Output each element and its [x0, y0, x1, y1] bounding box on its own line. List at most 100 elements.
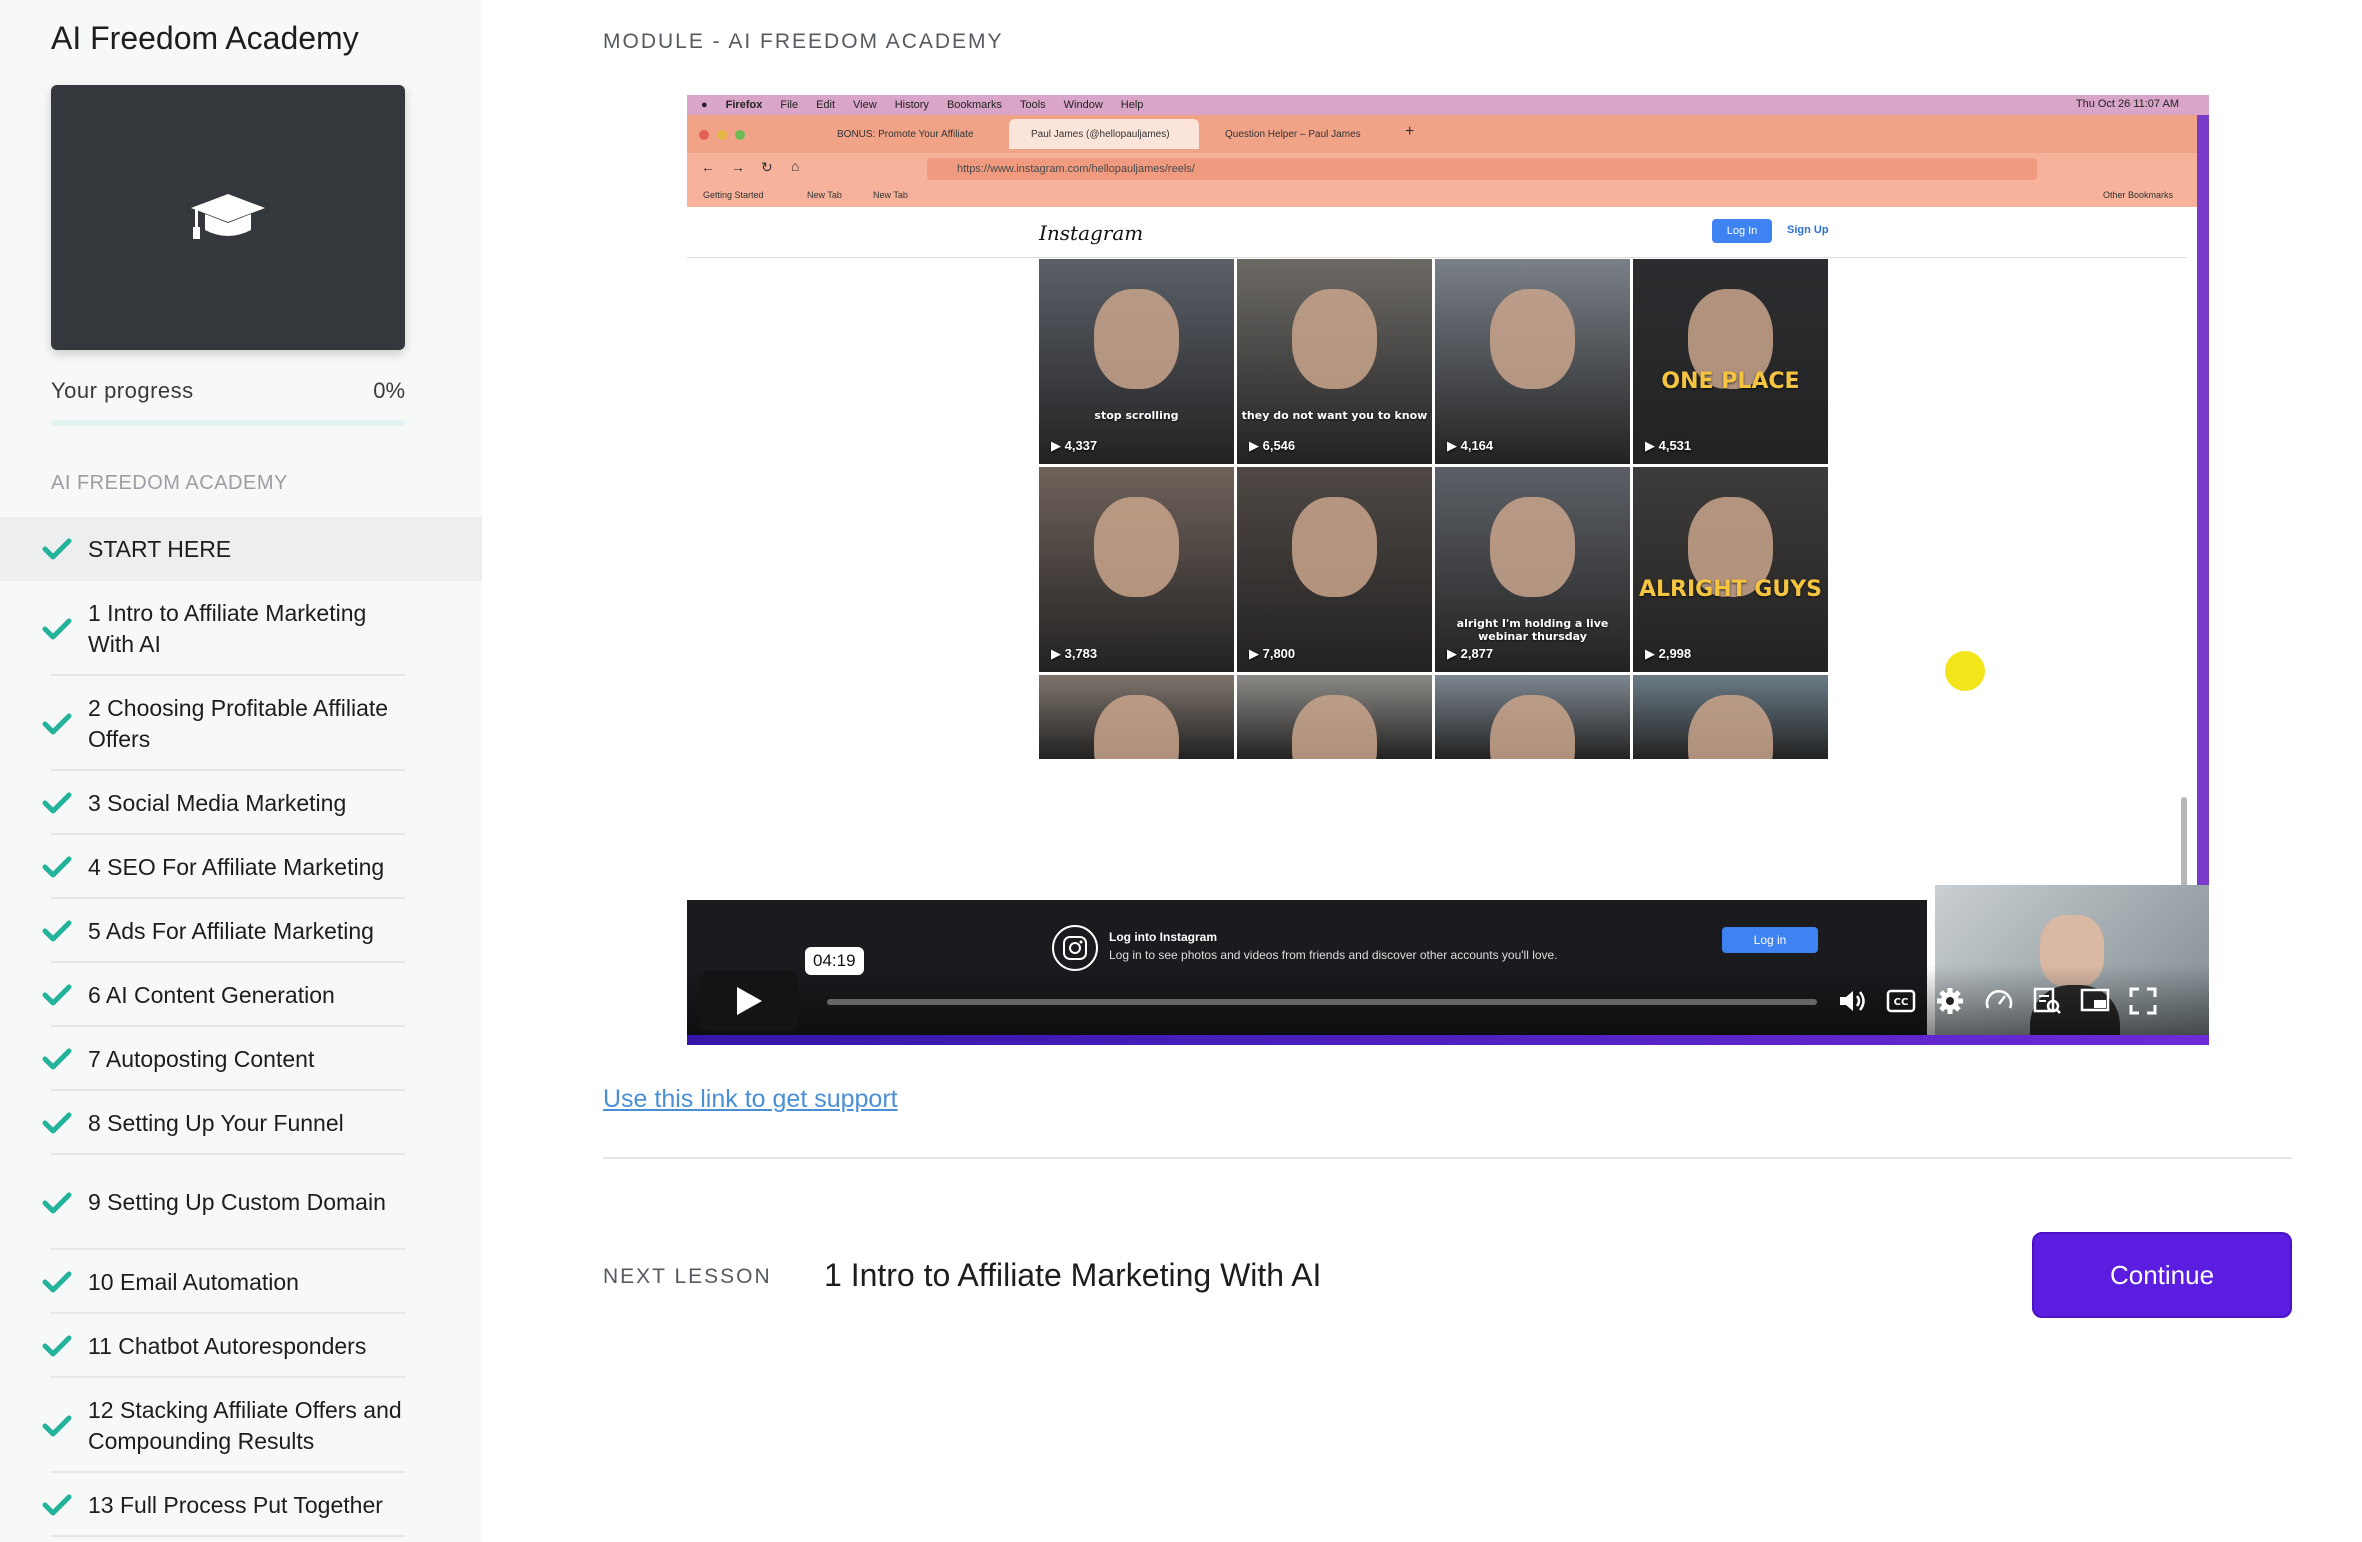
reel-thumbnail[interactable] — [1039, 675, 1234, 759]
bookmark-item[interactable]: New Tab — [807, 190, 842, 200]
url-text: https://www.instagram.com/hellopauljames… — [957, 163, 1195, 175]
reel-view-count: ▶ 2,877 — [1447, 646, 1494, 661]
picture-in-picture-button[interactable] — [2077, 983, 2113, 1019]
continue-button[interactable]: Continue — [2032, 1232, 2292, 1318]
banner-login-button[interactable]: Log in — [1722, 927, 1818, 953]
lesson-item[interactable]: 1 Intro to Affiliate Marketing With AI — [0, 581, 482, 676]
content-divider — [603, 1157, 2292, 1159]
menubar-item[interactable]: Firefox — [726, 99, 763, 111]
menubar-item[interactable]: File — [780, 99, 798, 111]
course-title[interactable]: AI Freedom Academy — [51, 20, 359, 57]
reel-view-count: ▶ 7,800 — [1249, 646, 1296, 661]
bookmark-item[interactable]: New Tab — [873, 190, 908, 200]
maximize-window-icon[interactable] — [735, 130, 745, 140]
minimize-window-icon[interactable] — [717, 130, 727, 140]
reel-thumbnail[interactable]: ONE PLACE ▶ 4,531 — [1633, 259, 1828, 464]
banner-title: Log into Instagram — [1109, 930, 1217, 944]
instagram-login-button[interactable]: Log In — [1712, 219, 1772, 243]
reel-face — [1094, 695, 1179, 759]
menubar-item[interactable]: View — [853, 99, 877, 111]
home-icon[interactable]: ⌂ — [791, 158, 799, 174]
reel-thumbnail[interactable]: ALRIGHT GUYS ▶ 2,998 — [1633, 467, 1828, 672]
captions-icon: CC — [1886, 989, 1916, 1013]
progress-value: 0% — [373, 378, 405, 403]
checkmark-icon — [42, 1112, 72, 1134]
lesson-item[interactable]: 10 Email Automation — [0, 1250, 482, 1314]
checkmark-icon — [42, 1192, 72, 1213]
speed-button[interactable] — [1981, 983, 2017, 1019]
menubar-item[interactable]: Tools — [1020, 99, 1046, 111]
back-icon[interactable]: ← — [701, 159, 715, 175]
checkmark-icon — [42, 856, 72, 878]
url-bar[interactable]: https://www.instagram.com/hellopauljames… — [927, 158, 2037, 180]
module-breadcrumb: MODULE - AI FREEDOM ACADEMY — [603, 30, 1004, 53]
lesson-item[interactable]: 4 SEO For Affiliate Marketing — [0, 835, 482, 899]
reels-grid: stop scrolling ▶ 4,337 they do not want yo… — [1039, 259, 1834, 959]
seek-bar[interactable] — [827, 999, 1817, 1005]
lesson-item[interactable]: 2 Choosing Profitable Affiliate Offers — [0, 676, 482, 771]
checkmark-icon — [42, 984, 72, 1006]
settings-icon — [1937, 988, 1963, 1014]
settings-button[interactable] — [1932, 983, 1968, 1019]
reload-icon[interactable]: ↻ — [761, 159, 773, 176]
instagram-signup-link[interactable]: Sign Up — [1787, 224, 1829, 236]
lesson-item[interactable]: 13 Full Process Put Together — [0, 1473, 482, 1537]
progress-bar — [51, 420, 405, 426]
reel-view-count: ▶ 3,783 — [1051, 646, 1098, 661]
menubar-item[interactable]: Edit — [816, 99, 835, 111]
fullscreen-button[interactable] — [2125, 983, 2161, 1019]
lesson-item[interactable]: 11 Chatbot Autoresponders — [0, 1314, 482, 1378]
other-bookmarks[interactable]: Other Bookmarks — [2103, 190, 2173, 200]
next-lesson-title[interactable]: 1 Intro to Affiliate Marketing With AI — [824, 1257, 1321, 1294]
play-button[interactable] — [700, 971, 798, 1031]
menubar-item[interactable]: History — [895, 99, 929, 111]
menubar-item[interactable]: Help — [1121, 99, 1144, 111]
browser-tab[interactable]: Question Helper – Paul James — [1203, 119, 1393, 149]
bookmark-item[interactable]: Getting Started — [703, 190, 764, 200]
lesson-label: 13 Full Process Put Together — [88, 1491, 383, 1518]
lesson-label: 3 Social Media Marketing — [88, 789, 347, 816]
reel-views: 2,998 — [1658, 646, 1692, 661]
lesson-item[interactable]: 3 Social Media Marketing — [0, 771, 482, 835]
lesson-item[interactable]: 8 Setting Up Your Funnel — [0, 1091, 482, 1155]
close-window-icon[interactable] — [699, 130, 709, 140]
checkmark-icon — [42, 618, 72, 639]
reel-thumbnail[interactable]: alright I'm holding a live webinar thurs… — [1435, 467, 1630, 672]
reel-thumbnail[interactable] — [1237, 675, 1432, 759]
volume-button[interactable] — [1835, 983, 1871, 1019]
video-player[interactable]: ● Firefox File Edit View History Bookmarks Too… — [687, 95, 2209, 1045]
checkmark-icon — [42, 1048, 72, 1070]
lesson-item[interactable]: 9 Setting Up Custom Domain — [0, 1155, 482, 1250]
menubar-item[interactable]: Bookmarks — [947, 99, 1002, 111]
reel-thumbnail[interactable]: ▶ 3,783 — [1039, 467, 1234, 672]
lesson-item[interactable]: START HERE — [0, 517, 482, 581]
reel-caption: stop scrolling — [1094, 409, 1179, 422]
browser-tab[interactable]: BONUS: Promote Your Affiliate — [815, 119, 1005, 149]
reel-thumbnail[interactable] — [1435, 675, 1630, 759]
reel-thumbnail[interactable] — [1633, 675, 1828, 759]
reel-thumbnail[interactable]: ▶ 7,800 — [1237, 467, 1432, 672]
lesson-label: 8 Setting Up Your Funnel — [88, 1109, 344, 1136]
speed-icon — [1985, 990, 2013, 1009]
reel-thumbnail[interactable]: stop scrolling ▶ 4,337 — [1039, 259, 1234, 464]
tab-label: Paul James (@hellopauljames) — [1031, 128, 1170, 140]
lesson-item[interactable]: 5 Ads For Affiliate Marketing — [0, 899, 482, 963]
menubar-item[interactable]: Window — [1064, 99, 1103, 111]
fullscreen-icon — [2129, 987, 2157, 1015]
instagram-logo[interactable]: Instagram — [1039, 221, 1143, 245]
support-link[interactable]: Use this link to get support — [603, 1085, 898, 1114]
forward-icon[interactable]: → — [731, 159, 745, 175]
volume-icon — [1840, 991, 1865, 1011]
reel-face — [1094, 497, 1179, 597]
captions-button[interactable]: CC — [1883, 983, 1919, 1019]
reel-thumbnail[interactable]: they do not want you to know ▶ 6,546 — [1237, 259, 1432, 464]
lesson-item[interactable]: 6 AI Content Generation — [0, 963, 482, 1027]
reel-views: 4,164 — [1460, 438, 1494, 453]
new-tab-icon[interactable]: + — [1405, 123, 1414, 141]
transcript-button[interactable] — [2029, 983, 2065, 1019]
browser-tab-active[interactable]: Paul James (@hellopauljames) — [1009, 119, 1199, 149]
lesson-divider — [51, 1535, 405, 1537]
lesson-item[interactable]: 7 Autoposting Content — [0, 1027, 482, 1091]
reel-thumbnail[interactable]: ▶ 4,164 — [1435, 259, 1630, 464]
lesson-item[interactable]: 12 Stacking Affiliate Offers and Compoun… — [0, 1378, 482, 1473]
